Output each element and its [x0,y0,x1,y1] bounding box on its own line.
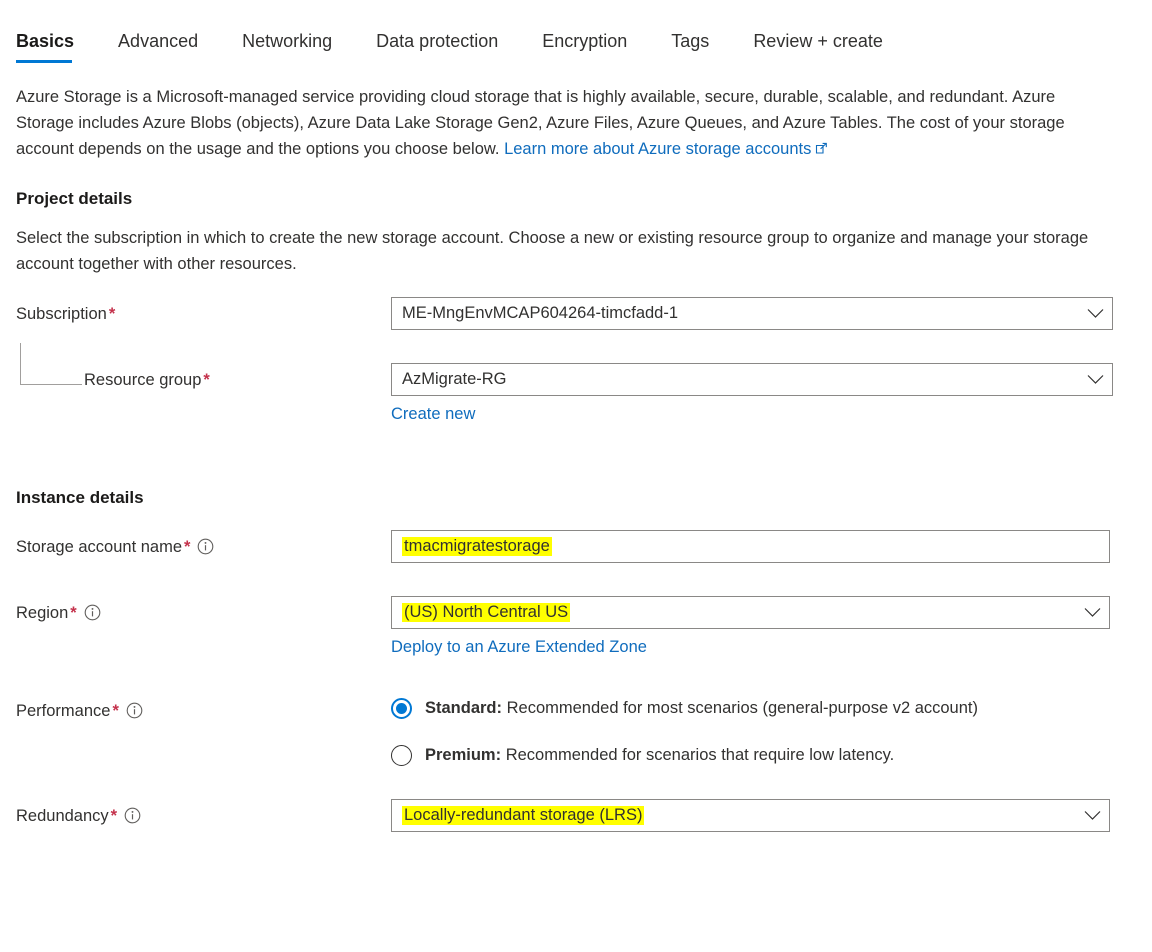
performance-option-premium[interactable]: Premium: Recommended for scenarios that … [391,744,1152,766]
tab-networking[interactable]: Networking [242,30,332,68]
subscription-value: ME-MngEnvMCAP604264-timcfadd-1 [402,304,679,322]
subscription-row: Subscription * ME-MngEnvMCAP604264-timcfa… [0,297,1152,330]
subscription-label: Subscription * [16,297,391,325]
region-value: (US) North Central US [402,603,571,622]
tab-encryption[interactable]: Encryption [542,30,627,68]
resource-group-label-text: Resource group [84,371,202,389]
storage-account-name-label: Storage account name * [16,530,391,561]
info-icon[interactable] [84,604,101,627]
extended-zone-sublink: Deploy to an Azure Extended Zone [391,636,1152,658]
required-asterisk: * [70,604,77,622]
learn-more-link[interactable]: Learn more about Azure storage accounts [504,140,811,158]
resource-group-label: Resource group * [16,363,391,391]
performance-label-text: Performance [16,702,111,720]
create-new-resource-group: Create new [391,403,1152,425]
tab-advanced[interactable]: Advanced [118,30,198,68]
performance-option-standard[interactable]: Standard: Recommended for most scenarios… [391,697,1152,719]
required-asterisk: * [203,371,210,389]
chevron-down-icon [1079,607,1105,618]
performance-premium-text: Premium: Recommended for scenarios that … [425,744,894,766]
required-asterisk: * [108,305,116,323]
storage-account-name-field-col: tmacmigratestorage [391,530,1152,563]
tab-basics[interactable]: Basics [16,30,74,68]
performance-premium-name: Premium: [425,746,502,764]
info-icon[interactable] [126,702,143,725]
performance-label: Performance * [16,694,391,725]
redundancy-row: Redundancy * Locally-redundant storage (L… [0,799,1152,832]
project-details-heading: Project details [16,189,133,208]
performance-standard-text: Standard: Recommended for most scenarios… [425,697,978,719]
tab-label: Encryption [542,31,628,51]
tab-bar: Basics Advanced Networking Data protecti… [0,0,1152,68]
tab-label: Networking [242,31,333,51]
chevron-down-icon [1079,810,1105,821]
subscription-dropdown[interactable]: ME-MngEnvMCAP604264-timcfadd-1 [391,297,1113,330]
external-link-icon [815,137,828,163]
redundancy-label-text: Redundancy [16,807,109,825]
tab-data-protection[interactable]: Data protection [376,30,498,68]
resource-group-value: AzMigrate-RG [402,370,507,388]
radio-premium[interactable] [391,744,412,766]
subscription-label-text: Subscription [16,305,107,323]
learn-more-label: Learn more about Azure storage accounts [504,140,812,158]
region-row: Region * (US) North Central US Deploy to … [0,596,1152,658]
region-label-text: Region [16,604,69,622]
performance-row: Performance * Standard: Recommended for m… [0,694,1152,766]
tab-review-create[interactable]: Review + create [753,30,883,68]
required-asterisk: * [112,702,119,720]
instance-details-form: Storage account name * tmacmigratestorage… [0,530,1152,832]
required-asterisk: * [184,538,191,556]
region-field-col: (US) North Central US Deploy to an Azure… [391,596,1152,658]
redundancy-field-col: Locally-redundant storage (LRS) [391,799,1152,832]
tab-label: Tags [671,31,710,51]
intro-paragraph: Azure Storage is a Microsoft-managed ser… [16,84,1104,163]
required-asterisk: * [110,807,118,825]
storage-account-name-value: tmacmigratestorage [402,537,552,556]
storage-account-name-label-text: Storage account name [16,538,183,556]
chevron-down-icon [1082,374,1108,385]
resource-group-row: Resource group * AzMigrate-RG Create new [0,363,1152,425]
deploy-extended-zone-link[interactable]: Deploy to an Azure Extended Zone [391,638,647,656]
region-dropdown[interactable]: (US) North Central US [391,596,1110,629]
subscription-field-col: ME-MngEnvMCAP604264-timcfadd-1 [391,297,1152,330]
radio-standard[interactable] [391,697,412,719]
performance-standard-name: Standard: [425,699,503,717]
project-details-description: Select the subscription in which to crea… [16,229,1089,273]
region-label: Region * [16,596,391,627]
info-icon[interactable] [197,538,214,561]
resource-group-field-col: AzMigrate-RG Create new [391,363,1152,425]
tab-label: Basics [16,31,75,51]
tab-label: Data protection [376,31,499,51]
redundancy-dropdown[interactable]: Locally-redundant storage (LRS) [391,799,1110,832]
performance-standard-desc: Recommended for most scenarios (general-… [502,699,978,717]
tab-tags[interactable]: Tags [671,30,709,68]
performance-radio-group: Standard: Recommended for most scenarios… [391,694,1152,766]
redundancy-label: Redundancy * [16,799,391,830]
storage-account-name-input[interactable]: tmacmigratestorage [391,530,1110,563]
info-icon[interactable] [124,807,141,830]
tab-label: Review + create [753,31,883,51]
performance-premium-desc: Recommended for scenarios that require l… [501,746,895,764]
resource-group-dropdown[interactable]: AzMigrate-RG [391,363,1113,396]
storage-account-name-row: Storage account name * tmacmigratestorage [0,530,1152,563]
project-details-form: Subscription * ME-MngEnvMCAP604264-timcfa… [0,297,1152,425]
redundancy-value: Locally-redundant storage (LRS) [402,806,645,825]
chevron-down-icon [1082,308,1108,319]
create-new-link[interactable]: Create new [391,405,475,423]
instance-details-heading: Instance details [16,488,144,507]
tab-label: Advanced [118,31,199,51]
